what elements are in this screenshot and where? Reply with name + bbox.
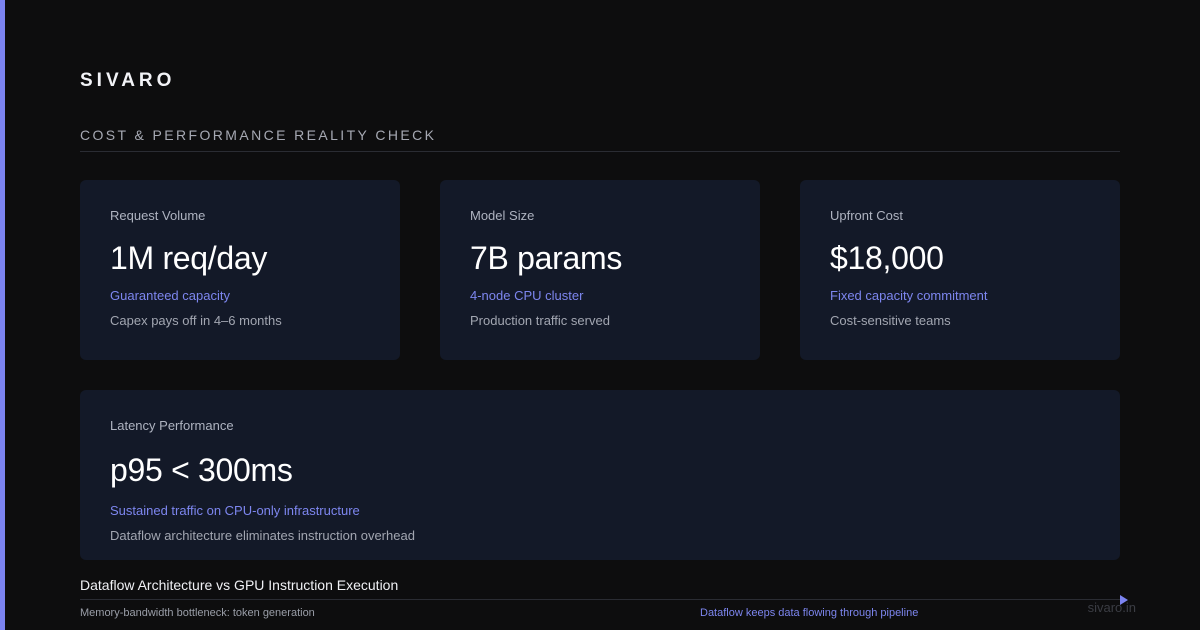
footer-domain: sivaro.in [1087,600,1136,615]
metric-note: Cost-sensitive teams [830,313,951,328]
metric-value: p95 < 300ms [110,452,293,488]
metric-card-request-volume: Request Volume 1M req/day Guaranteed cap… [80,180,400,360]
comparison-right-caption: Dataflow keeps data flowing through pipe… [700,607,919,619]
metric-note: Capex pays off in 4–6 months [110,313,282,328]
comparison-title: Dataflow Architecture vs GPU Instruction… [80,577,399,593]
comparison-left-caption: Memory-bandwidth bottleneck: token gener… [80,607,315,619]
brand-logo: SIVARO [80,70,176,91]
metric-card-model-size: Model Size 7B params 4-node CPU cluster … [440,180,760,360]
metric-note: Dataflow architecture eliminates instruc… [110,528,415,543]
metric-value: $18,000 [830,240,944,276]
metric-label: Model Size [470,208,535,223]
metric-value: 7B params [470,240,623,276]
metric-card-upfront-cost: Upfront Cost $18,000 Fixed capacity comm… [800,180,1120,360]
metric-highlight: 4-node CPU cluster [470,288,584,303]
metric-note: Production traffic served [470,313,610,328]
metric-label: Upfront Cost [830,208,903,223]
metric-label: Request Volume [110,208,206,223]
metric-label: Latency Performance [110,418,234,433]
metric-highlight: Fixed capacity commitment [830,288,988,303]
section-divider [80,151,1120,152]
metric-highlight: Sustained traffic on CPU-only infrastruc… [110,503,360,518]
section-title: COST & PERFORMANCE REALITY CHECK [80,127,437,143]
comparison-timeline [80,599,1120,600]
metric-highlight: Guaranteed capacity [110,288,230,303]
metric-value: 1M req/day [110,240,268,276]
metric-card-latency: Latency Performance p95 < 300ms Sustaine… [80,390,1120,560]
left-accent-bar [0,0,5,630]
